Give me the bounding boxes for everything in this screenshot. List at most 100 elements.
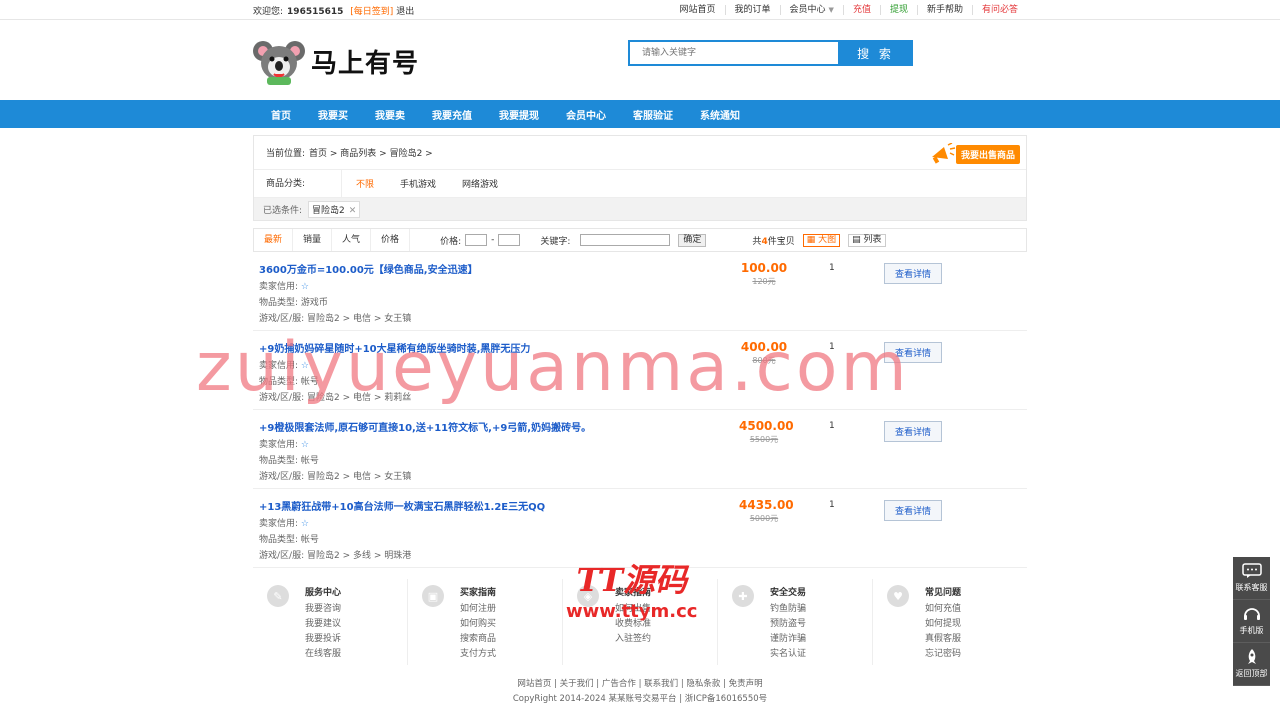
help-link[interactable]: 如何购买 <box>460 617 496 632</box>
nav-item-0[interactable]: 首页 <box>271 107 291 122</box>
mobile-version-label: 手机版 <box>1239 626 1264 635</box>
view-detail-button[interactable]: 查看详情 <box>884 342 943 363</box>
keyword-input[interactable] <box>580 234 671 246</box>
view-list-button[interactable]: ▤ 列表 <box>848 233 886 247</box>
site-logo[interactable]: 马上有号 <box>253 35 419 87</box>
rocket-icon <box>1247 649 1256 664</box>
price-block: 400.00 800元 <box>739 340 789 366</box>
sell-goods-button[interactable]: 我要出售商品 <box>930 143 1020 165</box>
contact-service-label: 联系客服 <box>1235 583 1268 592</box>
help-link[interactable]: 谨防诈骗 <box>770 632 806 647</box>
nav-item-3[interactable]: 我要充值 <box>432 107 472 122</box>
top-link-1[interactable]: 我的订单 <box>724 5 780 15</box>
selected-tag-text: 冒险岛2 <box>312 205 345 216</box>
sort-option-3[interactable]: 价格 <box>371 229 411 251</box>
top-link-5[interactable]: 新手帮助 <box>916 5 972 15</box>
price-max-input[interactable] <box>498 234 521 246</box>
sell-goods-label: 我要出售商品 <box>955 144 1020 164</box>
help-link[interactable]: 忘记密码 <box>925 647 961 662</box>
side-toolbar: 联系客服 手机版 返回顶部 <box>1233 557 1270 686</box>
filter-confirm-button[interactable]: 确定 <box>678 233 707 247</box>
price-min-input[interactable] <box>465 234 488 246</box>
search-button[interactable]: 搜 索 <box>838 40 913 66</box>
quantity: 1 <box>829 263 835 273</box>
current-price: 4435.00 <box>739 498 794 512</box>
compass-icon: ✎ <box>267 585 289 607</box>
header: 马上有号 搜 索 <box>0 20 1280 100</box>
logo-text: 马上有号 <box>311 48 420 79</box>
category-label: 商品分类: <box>254 169 342 198</box>
breadcrumb-path[interactable]: 首页 > 商品列表 > 冒险岛2 > <box>309 146 433 159</box>
help-link[interactable]: 实名认证 <box>770 647 806 662</box>
original-price: 120元 <box>752 277 776 286</box>
help-link[interactable]: 搜索商品 <box>460 632 496 647</box>
quantity: 1 <box>829 500 835 510</box>
daily-sign-link[interactable]: [每日签到] <box>350 7 393 17</box>
close-icon[interactable]: ✕ <box>349 206 357 216</box>
help-link[interactable]: 预防盗号 <box>770 617 806 632</box>
help-link[interactable]: 如何提现 <box>925 617 961 632</box>
view-big-button[interactable]: ▦ 大图 <box>802 233 841 247</box>
item-server: 游戏/区/服: 冒险岛2 > 电信 > 女王镇 <box>259 314 412 324</box>
mobile-version-button[interactable]: 手机版 <box>1233 600 1270 643</box>
help-column-title: 服务中心 <box>305 588 342 598</box>
top-link-4[interactable]: 提现 <box>879 5 917 15</box>
welcome-area: 欢迎您: 196515615 [每日签到] 退出 <box>253 4 414 17</box>
help-link[interactable]: 钓鱼防骗 <box>770 602 806 617</box>
help-link[interactable]: 我要咨询 <box>305 602 341 617</box>
category-option-0[interactable]: 不限 <box>356 177 374 190</box>
logout-link[interactable]: 退出 <box>396 7 414 17</box>
top-links: 网站首页 我的订单 会员中心 ▼ 充值 提现 新手帮助 有问必答 <box>671 5 1028 15</box>
category-option-2[interactable]: 网络游戏 <box>462 177 498 190</box>
help-column-3: ✚ 安全交易 钓鱼防骗 预防盗号 谨防诈骗 实名认证 <box>718 579 873 665</box>
help-link[interactable]: 真假客服 <box>925 632 961 647</box>
product-row: +13黑蔚狂战带+10高台法师一枚满宝石黑胖轻松1.2E三无QQ 卖家信用: ☆ 物… <box>253 489 1027 568</box>
view-detail-button[interactable]: 查看详情 <box>884 500 943 521</box>
help-link[interactable]: 如何注册 <box>460 602 496 617</box>
sort-option-1[interactable]: 销量 <box>293 229 333 251</box>
nav-item-1[interactable]: 我要买 <box>318 107 348 122</box>
view-detail-button[interactable]: 查看详情 <box>884 421 943 442</box>
sort-option-2[interactable]: 人气 <box>332 229 372 251</box>
nav-item-7[interactable]: 系统通知 <box>700 107 740 122</box>
star-icon: ☆ <box>300 519 309 529</box>
help-link[interactable]: 我要建议 <box>305 617 341 632</box>
top-link-3[interactable]: 充值 <box>842 5 880 15</box>
top-link-2[interactable]: 会员中心 ▼ <box>779 5 843 15</box>
help-link[interactable]: 在线客服 <box>305 647 341 662</box>
nav-item-2[interactable]: 我要卖 <box>375 107 405 122</box>
main-nav: 首页 我要买 我要卖 我要充值 我要提现 会员中心 客服验证 系统通知 <box>0 100 1280 128</box>
nav-item-5[interactable]: 会员中心 <box>566 107 606 122</box>
category-option-1[interactable]: 手机游戏 <box>400 177 436 190</box>
headset-icon <box>1243 608 1260 620</box>
help-link[interactable]: 如何出售 <box>615 602 651 617</box>
nav-item-6[interactable]: 客服验证 <box>633 107 673 122</box>
help-column-4: ♥ 常见问题如何充值 如何提现 真假客服 忘记密码 <box>873 579 1027 665</box>
help-link[interactable]: 支付方式 <box>460 647 496 662</box>
current-price: 4500.00 <box>739 419 794 433</box>
help-link[interactable]: 我要投诉 <box>305 632 341 647</box>
item-type: 物品类型: 帐号 <box>259 456 319 466</box>
help-link[interactable]: 入驻签约 <box>615 632 651 647</box>
search-input[interactable] <box>628 40 838 66</box>
original-price: 5500元 <box>749 435 779 444</box>
top-link-0[interactable]: 网站首页 <box>671 5 725 15</box>
help-column-title: 卖家指南 <box>615 588 652 598</box>
back-to-top-button[interactable]: 返回顶部 <box>1233 643 1270 686</box>
star-icon: ☆ <box>300 440 309 450</box>
view-detail-button[interactable]: 查看详情 <box>884 263 943 284</box>
top-link-6[interactable]: 有问必答 <box>971 5 1027 15</box>
selected-tag[interactable]: 冒险岛2 ✕ <box>308 200 361 218</box>
back-to-top-label: 返回顶部 <box>1235 669 1268 678</box>
original-price: 800元 <box>752 356 776 365</box>
current-price: 100.00 <box>740 261 788 275</box>
footer-links[interactable]: 网站首页 | 关于我们 | 广告合作 | 联系我们 | 隐私条款 | 免责声明 <box>0 677 1280 692</box>
help-link[interactable]: 如何充值 <box>925 602 961 617</box>
contact-service-button[interactable]: 联系客服 <box>1233 557 1270 600</box>
help-link[interactable]: 收费标准 <box>615 617 651 632</box>
sort-option-0[interactable]: 最新 <box>254 229 294 251</box>
nav-item-4[interactable]: 我要提现 <box>499 107 539 122</box>
heart-icon: ♥ <box>887 585 909 607</box>
seller-icon: ◈ <box>577 585 599 607</box>
help-column-title: 常见问题 <box>925 588 962 598</box>
